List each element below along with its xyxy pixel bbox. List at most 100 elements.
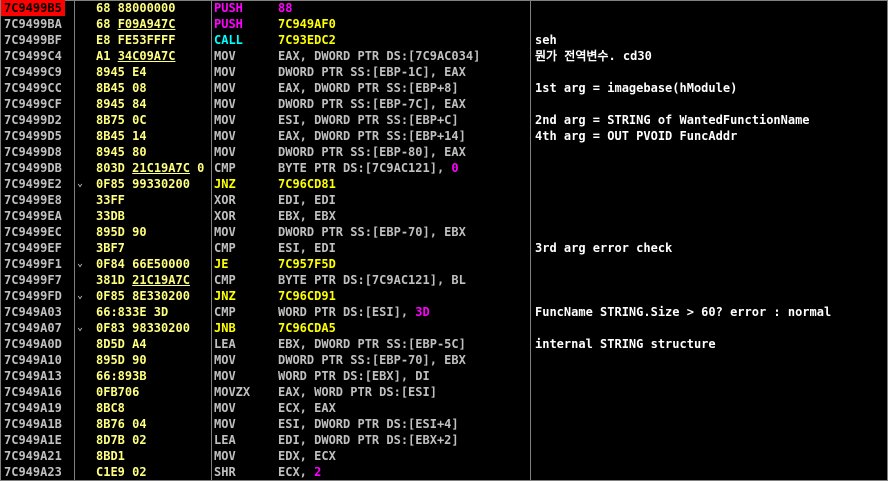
- instruction-row[interactable]: 7C949A1E 8D7B 02 LEA EDI, DWORD PTR DS:[EBX…: [0, 432, 888, 448]
- instruction-row[interactable]: 7C949A0D 8D5D A4 LEA EBX, DWORD PTR SS:[EBP…: [0, 336, 888, 352]
- hex-bytes: 8945 84: [96, 97, 147, 111]
- instruction-row[interactable]: 7C9499F7 381D 21C19A7C CMP BYTE PTR DS:[7C9…: [0, 272, 888, 288]
- instruction-row[interactable]: 7C949A03 66:833E 3D CMP WORD PTR DS:[ESI], …: [0, 304, 888, 320]
- jump-arrow-icon: ⌄: [77, 178, 84, 189]
- instruction-row[interactable]: 7C949A16 0FB706 MOVZX EAX, WORD PTR DS:[ESI…: [0, 384, 888, 400]
- hex-bytes: 895D 90: [96, 353, 147, 367]
- instruction-row[interactable]: 7C9499D5 8B45 14 MOV EAX, DWORD PTR SS:[EBP…: [0, 128, 888, 144]
- hex-bytes: 8B45 08: [96, 81, 147, 95]
- instruction-address: 7C9499D8: [4, 145, 62, 159]
- instruction-address: 7C949A07: [4, 321, 62, 335]
- hex-bytes: 66:893B: [96, 369, 147, 383]
- instruction-row[interactable]: 7C9499CC 8B45 08 MOV EAX, DWORD PTR SS:[EBP…: [0, 80, 888, 96]
- instruction-row[interactable]: 7C9499EF 3BF7 CMP ESI, EDI 3rd arg error che…: [0, 240, 888, 256]
- instruction-row[interactable]: 7C949A19 8BC8 MOV ECX, EAX: [0, 400, 888, 416]
- operands: ESI, DWORD PTR DS:[ESI+4]: [278, 417, 459, 431]
- mnemonic: MOV: [214, 129, 236, 143]
- instruction-address: 7C9499EC: [4, 225, 62, 239]
- operands: DWORD PTR SS:[EBP-70], EBX: [278, 353, 466, 367]
- instruction-row[interactable]: 7C949A07 ⌄ 0F83 98330200 JNB 7C96CDA5: [0, 320, 888, 336]
- hex-bytes: 8BC8: [96, 401, 125, 415]
- instruction-row[interactable]: 7C949A23 C1E9 02 SHR ECX, 2: [0, 464, 888, 480]
- instruction-row[interactable]: 7C9499E2 ⌄ 0F85 99330200 JNZ 7C96CD81: [0, 176, 888, 192]
- instruction-address: 7C949A1B: [4, 417, 62, 431]
- instruction-row[interactable]: 7C949A13 66:893B MOV WORD PTR DS:[EBX], DI: [0, 368, 888, 384]
- jump-arrow-icon: ⌄: [77, 322, 84, 333]
- mnemonic: MOV: [214, 145, 236, 159]
- hex-bytes: 8BD1: [96, 449, 125, 463]
- operands: 7C93EDC2: [278, 33, 336, 47]
- instruction-address: 7C9499D5: [4, 129, 62, 143]
- mnemonic: MOV: [214, 401, 236, 415]
- mnemonic: SHR: [214, 465, 236, 479]
- instruction-address: 7C949A10: [4, 353, 62, 367]
- mnemonic: PUSH: [214, 17, 243, 31]
- mnemonic: MOV: [214, 369, 236, 383]
- mnemonic: JNZ: [214, 177, 236, 191]
- mnemonic: CALL: [214, 33, 243, 47]
- instruction-address: 7C9499F7: [4, 273, 62, 287]
- operands: DWORD PTR SS:[EBP-70], EBX: [278, 225, 466, 239]
- instruction-address: 7C9499EF: [4, 241, 62, 255]
- hex-bytes: 0F85 99330200: [96, 177, 190, 191]
- operands: DWORD PTR SS:[EBP-80], EAX: [278, 145, 466, 159]
- instruction-address: 7C949A03: [4, 305, 62, 319]
- mnemonic: XOR: [214, 193, 236, 207]
- operands: WORD PTR DS:[ESI], 3D: [278, 305, 430, 319]
- mnemonic: MOV: [214, 225, 236, 239]
- instruction-row[interactable]: 7C9499F1 ⌄ 0F84 66E50000 JE 7C957F5D: [0, 256, 888, 272]
- instruction-row[interactable]: 7C9499BA 68 F09A947C PUSH 7C949AF0: [0, 16, 888, 32]
- mnemonic: MOV: [214, 113, 236, 127]
- comment: 뭔가 전역변수. cd30: [535, 49, 652, 63]
- instruction-row[interactable]: 7C949A10 895D 90 MOV DWORD PTR SS:[EBP-70],…: [0, 352, 888, 368]
- mnemonic: XOR: [214, 209, 236, 223]
- instruction-address: 7C9499DB: [4, 161, 62, 175]
- instruction-address: 7C949A0D: [4, 337, 62, 351]
- instruction-address: 7C949A1E: [4, 433, 62, 447]
- operands: 7C96CD81: [278, 177, 336, 191]
- mnemonic: CMP: [214, 161, 236, 175]
- instruction-address: 7C9499BF: [4, 33, 62, 47]
- instruction-address: 7C949A23: [4, 465, 62, 479]
- mnemonic: MOV: [214, 449, 236, 463]
- mnemonic: LEA: [214, 433, 236, 447]
- instruction-address: 7C9499F1: [4, 257, 62, 271]
- mnemonic: JNB: [214, 321, 236, 335]
- instruction-row[interactable]: 7C9499E8 33FF XOR EDI, EDI: [0, 192, 888, 208]
- instruction-row[interactable]: 7C9499D2 8B75 0C MOV ESI, DWORD PTR SS:[EBP…: [0, 112, 888, 128]
- operands: BYTE PTR DS:[7C9AC121], 0: [278, 161, 459, 175]
- hex-bytes: 0F85 8E330200: [96, 289, 190, 303]
- instruction-row[interactable]: 7C9499EA 33DB XOR EBX, EBX: [0, 208, 888, 224]
- operands: EDI, EDI: [278, 193, 336, 207]
- operands: EAX, DWORD PTR DS:[7C9AC034]: [278, 49, 481, 63]
- instruction-address: 7C9499BA: [4, 17, 62, 31]
- hex-bytes: 68 88000000: [96, 1, 176, 15]
- hex-bytes: 895D 90: [96, 225, 147, 239]
- comment: seh: [535, 33, 557, 47]
- instruction-address: 7C9499E2: [4, 177, 62, 191]
- instruction-row[interactable]: 7C9499DB 803D 21C19A7C 0 CMP BYTE PTR DS:[7…: [0, 160, 888, 176]
- hex-bytes: 8B45 14: [96, 129, 147, 143]
- mnemonic: MOV: [214, 417, 236, 431]
- instruction-row[interactable]: 7C9499FD ⌄ 0F85 8E330200 JNZ 7C96CD91: [0, 288, 888, 304]
- hex-bytes: 8D7B 02: [96, 433, 147, 447]
- mnemonic: MOVZX: [214, 385, 251, 399]
- operands: WORD PTR DS:[EBX], DI: [278, 369, 430, 383]
- instruction-row[interactable]: 7C9499C4 A1 34C09A7C MOV EAX, DWORD PTR DS:…: [0, 48, 888, 64]
- mnemonic: MOV: [214, 81, 236, 95]
- instruction-address: 7C9499D2: [4, 113, 62, 127]
- operands: EDI, DWORD PTR DS:[EBX+2]: [278, 433, 459, 447]
- instruction-row[interactable]: 7C9499BF E8 FE53FFFF CALL 7C93EDC2 seh: [0, 32, 888, 48]
- mnemonic: LEA: [214, 337, 236, 351]
- instruction-row[interactable]: 7C9499CF 8945 84 MOV DWORD PTR SS:[EBP-7C],…: [0, 96, 888, 112]
- mnemonic: MOV: [214, 65, 236, 79]
- instruction-address: 7C949A19: [4, 401, 62, 415]
- instruction-row[interactable]: 7C9499C9 8945 E4 MOV DWORD PTR SS:[EBP-1C],…: [0, 64, 888, 80]
- instruction-row[interactable]: 7C949A21 8BD1 MOV EDX, ECX: [0, 448, 888, 464]
- instruction-row[interactable]: 7C9499EC 895D 90 MOV DWORD PTR SS:[EBP-70],…: [0, 224, 888, 240]
- instruction-row[interactable]: 7C9499B5 68 88000000 PUSH 88: [0, 0, 888, 16]
- instruction-row[interactable]: 7C9499D8 8945 80 MOV DWORD PTR SS:[EBP-80],…: [0, 144, 888, 160]
- instruction-row[interactable]: 7C949A1B 8B76 04 MOV ESI, DWORD PTR DS:[ESI…: [0, 416, 888, 432]
- hex-bytes: 803D 21C19A7C 0: [96, 161, 205, 175]
- instruction-address: 7C9499E8: [4, 193, 62, 207]
